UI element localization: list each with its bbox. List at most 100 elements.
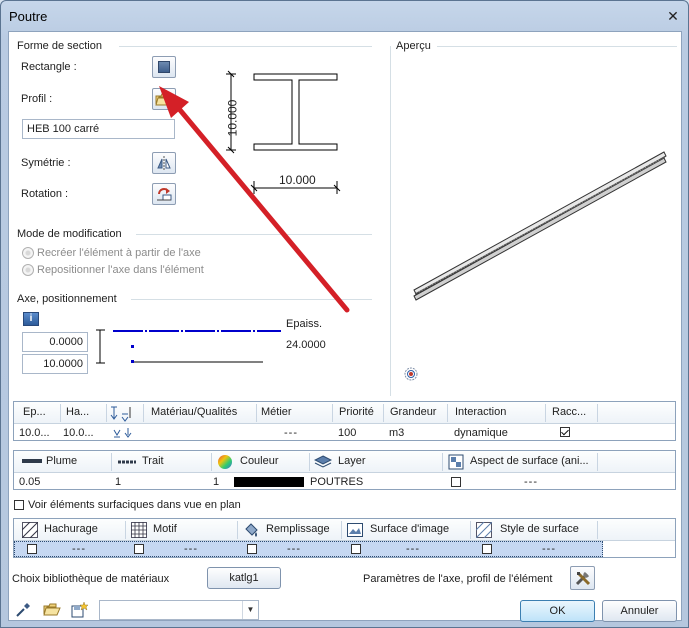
pattern-checkbox[interactable]	[134, 544, 144, 554]
surface-style-checkbox[interactable]	[482, 544, 492, 554]
col-size[interactable]: Grandeur	[390, 406, 436, 418]
col-sep	[237, 521, 238, 539]
anchor-icon[interactable]	[110, 404, 132, 425]
surface-aspect-checkbox[interactable]	[451, 477, 461, 487]
axis-params-button[interactable]	[570, 566, 595, 590]
col-sep	[211, 453, 212, 471]
connection-checkbox[interactable]	[560, 427, 570, 437]
col-sep	[111, 453, 112, 471]
radio-dot	[22, 264, 34, 276]
col-trade[interactable]: Métier	[261, 406, 292, 418]
cell-priority[interactable]: 100	[338, 427, 356, 439]
fill-checkbox[interactable]	[247, 544, 257, 554]
properties-table: Ep... Ha... Matériau/Qualités Métier Pri…	[13, 401, 676, 441]
col-thickness[interactable]: Ep...	[23, 406, 46, 418]
col-line[interactable]: Trait	[142, 455, 164, 467]
axis-bottom-field[interactable]: 10.0000	[22, 354, 88, 374]
fill-bucket-icon	[243, 522, 259, 541]
cell-hatching[interactable]: ---	[72, 543, 86, 555]
col-sep	[106, 404, 107, 422]
preview-divider-top	[437, 46, 677, 47]
col-fill[interactable]: Remplissage	[266, 523, 330, 535]
pipette-icon[interactable]	[15, 602, 31, 621]
image-surface-checkbox[interactable]	[351, 544, 361, 554]
cell-surface-style[interactable]: ---	[542, 543, 556, 555]
color-swatch[interactable]	[234, 477, 304, 487]
cell-height[interactable]: 10.0...	[63, 427, 94, 439]
cell-thickness[interactable]: 10.0...	[19, 427, 50, 439]
mode-group-title: Mode de modification	[17, 228, 126, 240]
line-icon	[118, 457, 136, 469]
col-sep	[341, 521, 342, 539]
col-sep	[597, 521, 598, 539]
cell-fill[interactable]: ---	[287, 543, 301, 555]
axis-params-label: Paramètres de l'axe, profil de l'élément	[363, 573, 553, 585]
surface-elements-label[interactable]: Voir éléments surfaciques dans vue en pl…	[28, 499, 241, 511]
rectangle-button[interactable]	[152, 56, 176, 78]
cell-pattern[interactable]: ---	[184, 543, 198, 555]
properties-table-header: Ep... Ha... Matériau/Qualités Métier Pri…	[14, 402, 675, 424]
cell-size[interactable]: m3	[389, 427, 404, 439]
pattern-icon	[131, 522, 147, 541]
col-layer[interactable]: Layer	[338, 455, 366, 467]
col-sep	[125, 521, 126, 539]
thickness-value: 24.0000	[286, 339, 326, 351]
rotation-label: Rotation :	[21, 188, 69, 200]
cell-interaction[interactable]: dynamique	[454, 427, 508, 439]
surface-selected-row[interactable]	[14, 541, 603, 557]
anchor-row-icon[interactable]	[112, 426, 136, 443]
section-group-divider	[119, 46, 372, 47]
material-library-button[interactable]: katlg1	[207, 567, 281, 589]
hatching-icon	[21, 521, 39, 541]
preview-divider-left	[390, 46, 391, 396]
symmetry-label: Symétrie :	[21, 157, 71, 169]
cell-trade[interactable]: ---	[284, 427, 298, 439]
col-sep	[309, 453, 310, 471]
surface-style-icon	[475, 521, 493, 541]
cell-image-surface[interactable]: ---	[406, 543, 420, 555]
col-sep	[470, 521, 471, 539]
col-sep	[545, 404, 546, 422]
cancel-button[interactable]: Annuler	[602, 600, 677, 622]
title-bar[interactable]: Poutre ✕	[1, 1, 688, 31]
cell-layer[interactable]: POUTRES	[310, 476, 363, 488]
axis-top-field[interactable]: 0.0000	[22, 332, 88, 352]
profile-label: Profil :	[21, 93, 53, 105]
preview-origin-icon[interactable]	[402, 365, 420, 383]
axis-group-title: Axe, positionnement	[17, 293, 121, 305]
close-icon[interactable]: ✕	[664, 7, 682, 25]
ok-button[interactable]: OK	[520, 600, 595, 622]
beam-3d-preview	[413, 151, 667, 301]
format-table: Plume Trait Couleur Layer Aspect de surf…	[13, 450, 676, 490]
favorites-combo[interactable]: ▼	[99, 600, 259, 620]
col-surface-aspect[interactable]: Aspect de surface (ani...	[470, 455, 589, 467]
save-favorite-icon[interactable]	[71, 601, 89, 622]
rectangle-label: Rectangle :	[21, 61, 77, 73]
surface-elements-checkbox[interactable]	[14, 500, 24, 510]
surface-table: Hachurage Motif Remplissage Surface d'im…	[13, 518, 676, 558]
cell-pen[interactable]: 0.05	[19, 476, 40, 488]
cell-color[interactable]: 1	[213, 476, 219, 488]
col-sep	[332, 404, 333, 422]
col-material[interactable]: Matériau/Qualités	[151, 406, 237, 418]
col-interaction[interactable]: Interaction	[455, 406, 506, 418]
cell-surface-aspect[interactable]: ---	[524, 476, 538, 488]
col-pattern[interactable]: Motif	[153, 523, 177, 535]
col-color[interactable]: Couleur	[240, 455, 279, 467]
col-height[interactable]: Ha...	[66, 406, 89, 418]
col-connection[interactable]: Racc...	[552, 406, 586, 418]
hatching-checkbox[interactable]	[27, 544, 37, 554]
open-favorite-icon[interactable]	[43, 602, 61, 621]
col-pen[interactable]: Plume	[46, 455, 77, 467]
chevron-down-icon[interactable]: ▼	[242, 601, 258, 619]
info-icon[interactable]: i	[23, 312, 39, 326]
dialog-window: Poutre ✕ Forme de section Rectangle : Pr…	[0, 0, 689, 628]
col-image-surface[interactable]: Surface d'image	[370, 523, 449, 535]
cell-line[interactable]: 1	[115, 476, 121, 488]
rectangle-icon	[158, 61, 170, 73]
col-surface-style[interactable]: Style de surface	[500, 523, 579, 535]
col-hatching[interactable]: Hachurage	[44, 523, 98, 535]
col-priority[interactable]: Priorité	[339, 406, 374, 418]
col-sep	[597, 453, 598, 471]
col-sep	[60, 404, 61, 422]
